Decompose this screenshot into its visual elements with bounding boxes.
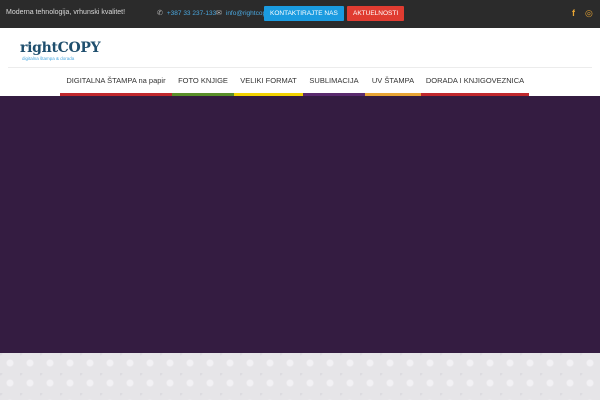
nav-item-dorada[interactable]: DORADA I KNJIGOVEZNICA (421, 69, 529, 96)
site-header: rightCOPY digitalna štampa & dorada DIGI… (0, 28, 600, 96)
nav-item-digitalna-stampa[interactable]: DIGITALNA ŠTAMPA na papir (60, 69, 172, 96)
logo-text: rightCOPY (20, 40, 101, 56)
phone-icon: ✆ (157, 10, 163, 17)
top-bar: Moderna tehnologija, vrhunski kvalitet! … (0, 0, 600, 28)
nav-item-label: FOTO KNJIGE (178, 76, 228, 85)
nav-item-label: DORADA I KNJIGOVEZNICA (425, 76, 525, 85)
nav-item-label: SUBLIMACIJA (309, 76, 359, 85)
header-divider (8, 67, 592, 68)
nav-item-label: VELIKI FORMAT (240, 76, 297, 85)
phone-number[interactable]: +387 33 237-133 (167, 10, 216, 17)
news-button[interactable]: AKTUELNOSTI (347, 6, 405, 21)
phone-contact[interactable]: ✆ +387 33 237-133 (157, 9, 216, 18)
nav-item-veliki-format[interactable]: VELIKI FORMAT (234, 69, 303, 96)
main-nav: DIGITALNA ŠTAMPA na papir FOTO KNJIGE VE… (60, 69, 529, 96)
nav-item-uv-stampa[interactable]: UV ŠTAMPA (365, 69, 421, 96)
tagline: Moderna tehnologija, vrhunski kvalitet! (6, 9, 126, 16)
nav-item-label: DIGITALNA ŠTAMPA na papir (66, 76, 166, 85)
nav-item-sublimacija[interactable]: SUBLIMACIJA (303, 69, 365, 96)
nav-item-label: UV ŠTAMPA (371, 76, 415, 85)
facebook-icon[interactable]: f (572, 8, 575, 19)
instagram-icon[interactable]: ◎ (585, 8, 593, 19)
envelope-icon: ✉ (216, 10, 222, 17)
contact-us-button[interactable]: KONTAKTIRAJTE NAS (264, 6, 344, 21)
hero-banner (0, 96, 600, 353)
site-logo[interactable]: rightCOPY digitalna štampa & dorada (20, 40, 101, 61)
nav-item-foto-knjige[interactable]: FOTO KNJIGE (172, 69, 234, 96)
pattern-background (0, 353, 600, 400)
logo-subtitle: digitalna štampa & dorada (22, 56, 75, 61)
